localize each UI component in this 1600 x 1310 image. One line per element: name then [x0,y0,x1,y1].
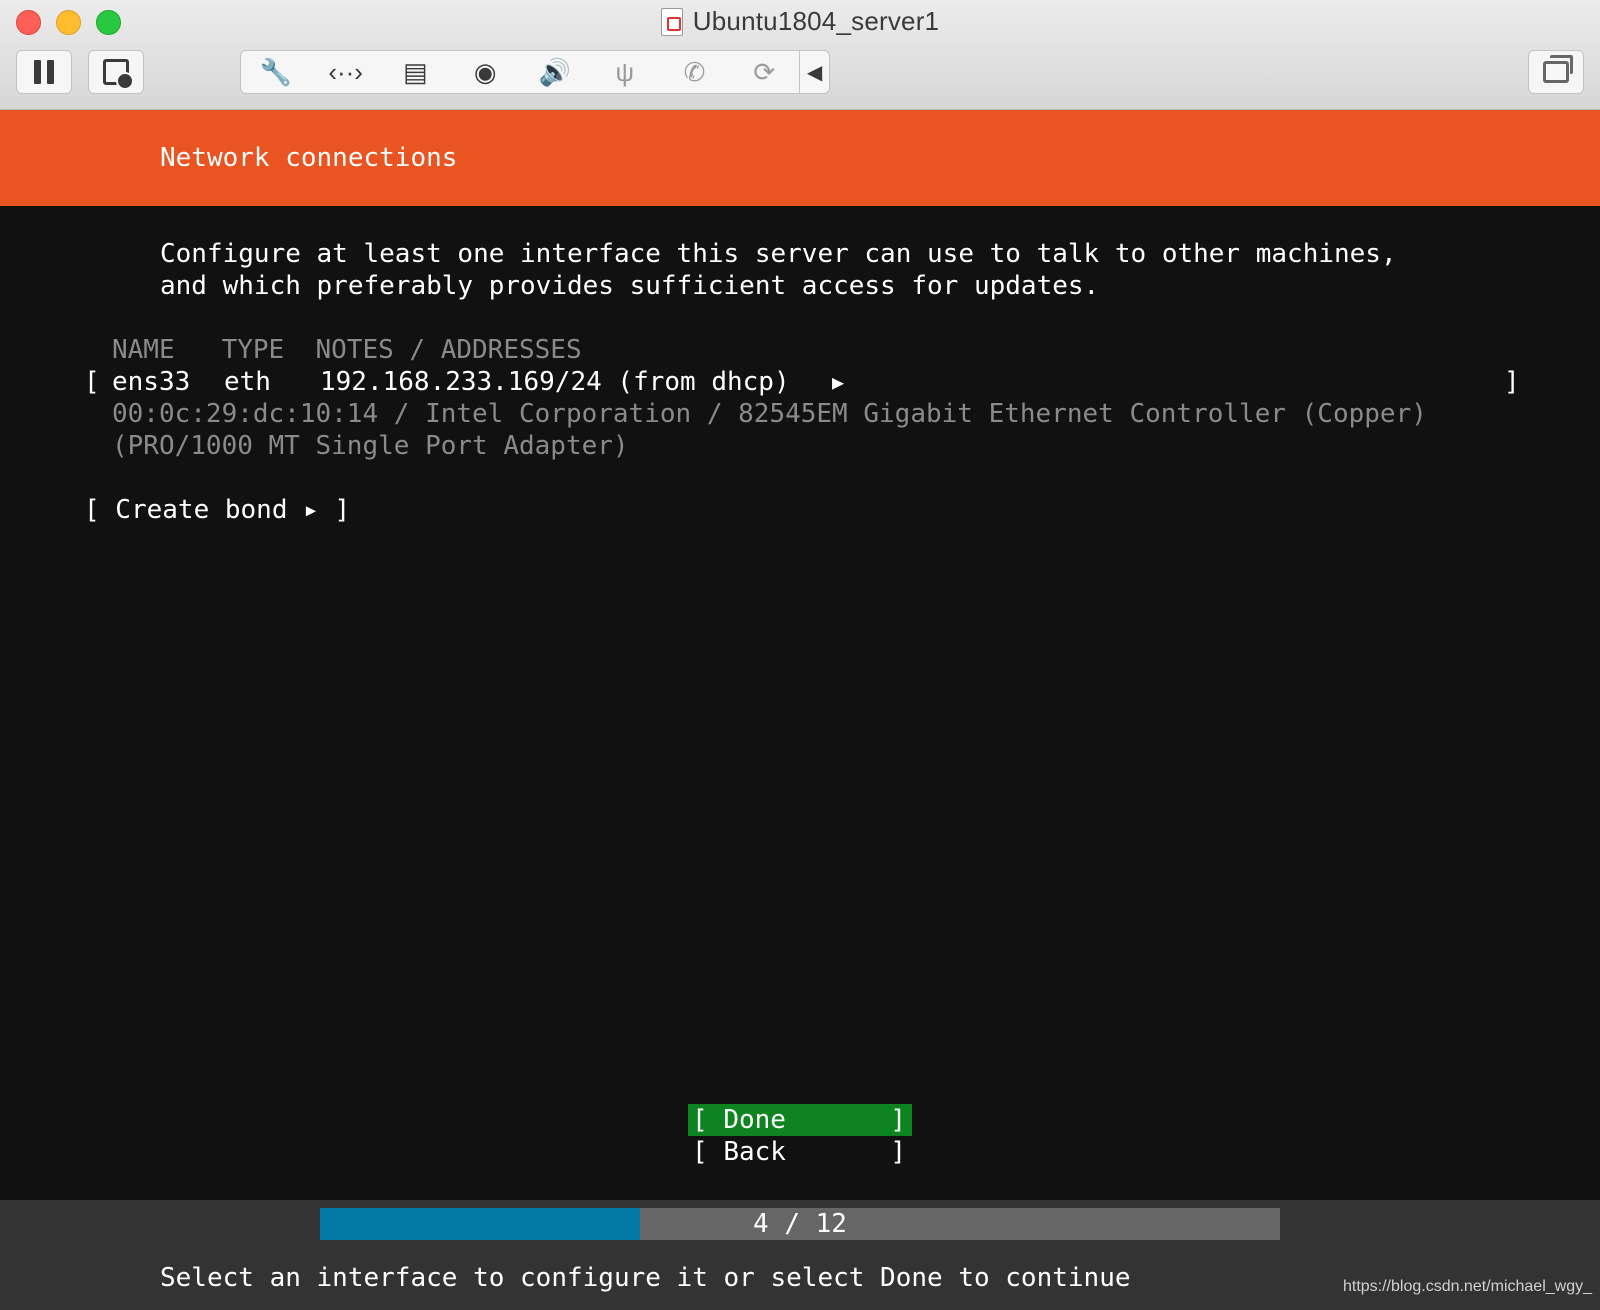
done-bracket-right: ] [890,1105,906,1135]
pause-button[interactable] [16,50,72,94]
snapshot-icon [103,59,134,90]
window-titlebar: Ubuntu1804_server1 🔧 ‹··› ▤ ◉ 🔊 ψ ✆ ⟳ ◀ [0,0,1600,110]
interface-detail-line-1: 00:0c:29:dc:10:14 / Intel Corporation / … [112,399,1427,429]
interface-type: eth [224,367,271,397]
sync-icon[interactable]: ⟳ [729,51,799,93]
footer-hint: Select an interface to configure it or s… [160,1263,1131,1293]
vm-window: Ubuntu1804_server1 🔧 ‹··› ▤ ◉ 🔊 ψ ✆ ⟳ ◀ … [0,0,1600,1310]
device-toolbar: 🔧 ‹··› ▤ ◉ 🔊 ψ ✆ ⟳ ◀ [240,50,830,94]
fullscreen-window-icon [1543,55,1573,83]
sound-icon[interactable]: 🔊 [520,51,590,93]
progress-label: 4 / 12 [753,1209,847,1239]
network-icon[interactable]: ‹··› [311,51,381,93]
back-bracket-right: ] [890,1137,906,1167]
cd-dvd-icon[interactable]: ◉ [450,51,520,93]
done-button-label: Done [723,1105,786,1135]
intro-text-line-1: Configure at least one interface this se… [160,239,1397,269]
interface-table-header: NAME TYPE NOTES / ADDRESSES [112,335,582,365]
vm-console[interactable]: Network connections Configure at least o… [0,110,1600,1310]
page-title: Network connections [160,143,458,173]
intro-text-line-2: and which preferably provides sufficient… [160,271,1100,301]
usb-icon[interactable]: ψ [590,51,660,93]
hard-disk-icon[interactable]: ▤ [381,51,451,93]
snapshot-button[interactable] [88,50,144,94]
phone-icon[interactable]: ✆ [660,51,730,93]
interface-address: 192.168.233.169/24 (from dhcp) [320,367,790,397]
installer-header: Network connections [0,110,1600,206]
window-title: Ubuntu1804_server1 [692,6,940,36]
vm-document-icon [660,7,683,36]
settings-wrench-icon[interactable]: 🔧 [241,51,311,93]
done-button[interactable]: [ Done ] [688,1104,912,1136]
window-title-area: Ubuntu1804_server1 [0,6,1600,40]
row-bracket-right: ] [1504,367,1520,397]
interface-detail-line-2: (PRO/1000 MT Single Port Adapter) [112,431,629,461]
interface-name: ens33 [112,367,191,397]
row-bracket-left: [ [84,367,100,397]
back-button[interactable]: [ Back ] [688,1136,912,1168]
collapse-arrow-icon[interactable]: ◀ [799,51,829,93]
pause-icon [34,60,54,84]
create-bond-button[interactable]: [ Create bond ▸ ] [84,494,350,526]
fullscreen-window-button[interactable] [1528,50,1584,94]
submenu-arrow-icon: ▶ [832,370,845,394]
progress-bar: 4 / 12 [320,1208,1280,1240]
back-button-label: Back [723,1137,786,1167]
watermark-text: https://blog.csdn.net/michael_wgy_ [1342,1278,1592,1295]
